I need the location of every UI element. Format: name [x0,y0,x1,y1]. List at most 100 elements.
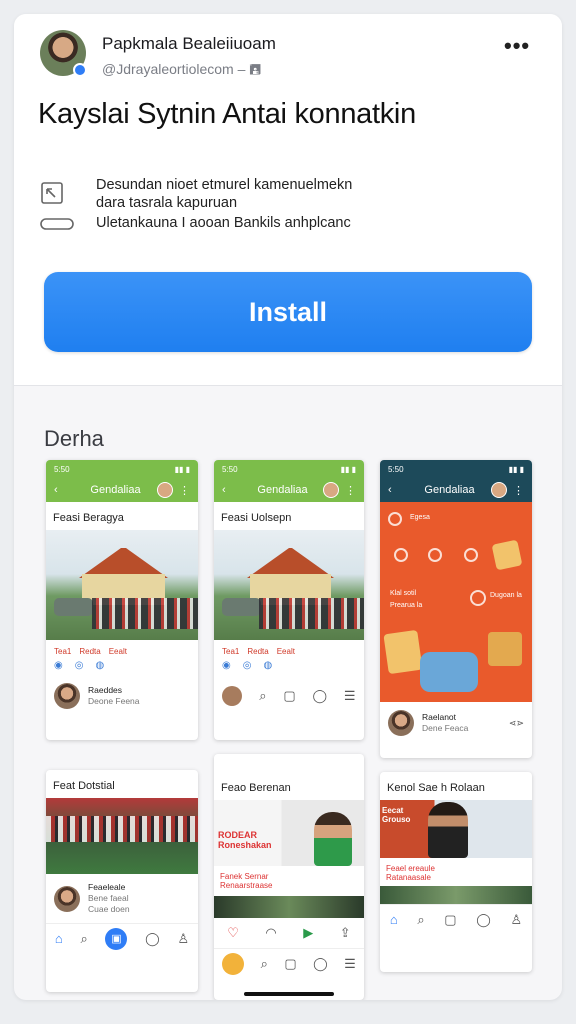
meta-item: Redta [247,647,269,656]
status-bar: 5:50 ▮▮ ▮ [214,460,364,478]
post-title: Feat Dotstial [53,780,115,792]
feature-text-link: Uletankauna I aooan Bankils anhplcanc [96,215,351,231]
search-icon[interactable]: ⌕ [80,931,87,947]
top-action-row: ♡ ◠ ▶ ⇪ [214,918,364,948]
meta-item: Tea1 [222,647,240,656]
bottom-nav: ⌕ ▢ ◯ ☰ [214,681,364,711]
app-title: Kayslai Sytnin Antai konnatkin [38,98,416,130]
status-time: 5:50 [54,464,70,474]
post-photo-strip [380,886,532,904]
home-icon[interactable]: ⌂ [390,912,398,927]
post-meta: Tea1 Redta Eealt [46,640,198,656]
more-options-icon[interactable]: ••• [504,35,530,57]
post-photo [214,896,364,918]
screenshot-3[interactable]: 5:50 ▮▮ ▮ ‹ Gendaliaa ⋮ Egesa Klal sotil … [380,460,532,758]
bottom-nav: ⌕ ▢ ◯ ☰ [214,948,364,978]
search-icon[interactable]: ⌕ [417,912,424,928]
status-time: 5:50 [222,464,238,474]
install-button[interactable]: Install [44,272,532,352]
more-icon: ⋮ [345,484,356,497]
author-avatar [388,710,414,736]
author-avatar [54,885,80,912]
post-title: Feasi Uolsepn [221,512,292,524]
heart-icon[interactable]: ♡ [227,925,239,941]
back-icon: ‹ [54,484,58,496]
feature-text-share: Desundan nioet etmurel kamenuelmekn dara… [96,177,353,211]
video-caption: RODEAR Roneshakan [218,830,272,850]
comment-icon[interactable]: ◠ [265,925,276,941]
comment-icon: ◎ [242,660,252,671]
chat-icon[interactable]: ◯ [145,931,160,947]
screenshot-4[interactable]: Feat Dotstial Feaeleale Bene faeal Cuae … [46,770,198,992]
promo-text: Prearua la [390,602,423,609]
author-extra: Cuae doen [88,904,130,914]
link-icon [40,214,74,240]
app-bar: ‹ Gendaliaa ⋮ [46,478,198,502]
play-icon[interactable]: ▶ [303,925,313,941]
chat-icon[interactable]: ◯ [476,912,491,928]
post-title: Feasi Beragya [53,512,124,524]
screenshot-6[interactable]: Kenol Sae h Rolaan Eecat Grouso Feael er… [380,772,532,972]
author-sub: Dene Feaca [422,723,469,733]
more-icon: ⋮ [513,484,524,497]
post-title: Kenol Sae h Rolaan [387,782,485,794]
bookmark-icon[interactable]: ▢ [444,912,456,928]
author-name: Raeddes [88,685,123,695]
author-name: Raelanot [422,712,457,722]
comment-icon: ◎ [74,660,84,671]
bottom-nav: ⌂ ⌕ ▣ ◯ ♙ [46,923,198,953]
share-icon[interactable]: ⋖⋗ [509,718,524,729]
like-icon: ◉ [222,660,231,671]
bookmark-icon[interactable]: ▢ [284,956,296,972]
menu-icon[interactable]: ☰ [344,956,356,972]
publisher-handle: @Jdrayaleortiolecom – 🖪 [102,61,262,77]
signal-icon: ▮▮ ▮ [340,464,356,474]
post-photo: Eecat Grouso [380,800,532,858]
screenshots-section-title: Derha [44,426,104,451]
app-bar: ‹ Gendaliaa ⋮ [214,478,364,502]
meta-item: Redta [79,647,101,656]
app-store-card: Papkmala Bealeiiuoam @Jdrayaleortiolecom… [14,14,562,1000]
avatar[interactable] [222,952,245,975]
share-icon[interactable]: ⇪ [340,925,351,941]
publisher-name[interactable]: Papkmala Bealeiiuoam [102,34,276,54]
screenshot-5[interactable]: Feao Berenan RODEAR Roneshakan Fanek Ser… [214,754,364,1000]
meta-item: Tea1 [54,647,72,656]
profile-icon[interactable]: ♙ [177,931,189,947]
app-header-panel: Papkmala Bealeiiuoam @Jdrayaleortiolecom… [14,14,562,386]
menu-icon[interactable]: ☰ [344,688,356,704]
author-row: Raelanot Dene Feaca ⋖⋗ [380,702,532,744]
more-icon: ⋮ [179,484,190,497]
search-icon[interactable]: ⌕ [259,688,266,704]
author-sub: Bene faeal [88,893,129,903]
avatar [323,482,339,498]
status-time: 5:50 [388,464,404,474]
screenshot-2[interactable]: 5:50 ▮▮ ▮ ‹ Gendaliaa ⋮ Feasi Uolsepn Tea… [214,460,364,740]
reaction-icons: ◉ ◎ ◍ [46,656,198,675]
author-row: Raeddes Deone Feena [46,675,198,717]
app-bar-title: Gendaliaa [257,484,308,496]
search-icon[interactable]: ⌕ [261,956,268,972]
chat-icon[interactable]: ◯ [312,688,327,704]
promo-text: Dugoan la [490,592,522,599]
home-icon[interactable]: ⌂ [55,931,63,946]
bookmark-icon[interactable]: ▢ [283,688,295,704]
meta-item: Eealt [108,647,127,656]
post-photo [46,530,198,640]
compose-icon[interactable]: ▣ [105,927,128,950]
post-title: Feao Berenan [221,782,291,794]
share-icon: ◍ [95,660,105,671]
post-line: Ratanaasale [386,873,431,882]
screenshot-1[interactable]: 5:50 ▮▮ ▮ ‹ Gendaliaa ⋮ Feasi Beragya Tea… [46,460,198,740]
status-bar: 5:50 ▮▮ ▮ [380,460,532,478]
photo-caption: Eecat Grouso [382,806,411,824]
profile-icon[interactable]: ♙ [510,912,522,928]
chat-icon[interactable]: ◯ [313,956,328,972]
promo-text: Klal sotil [390,590,417,597]
post-photo [46,798,198,874]
avatar[interactable] [222,686,243,706]
avatar [157,482,173,498]
back-icon: ‹ [222,484,226,496]
author-sub: Deone Feena [88,696,140,706]
verified-badge-icon [73,63,87,77]
